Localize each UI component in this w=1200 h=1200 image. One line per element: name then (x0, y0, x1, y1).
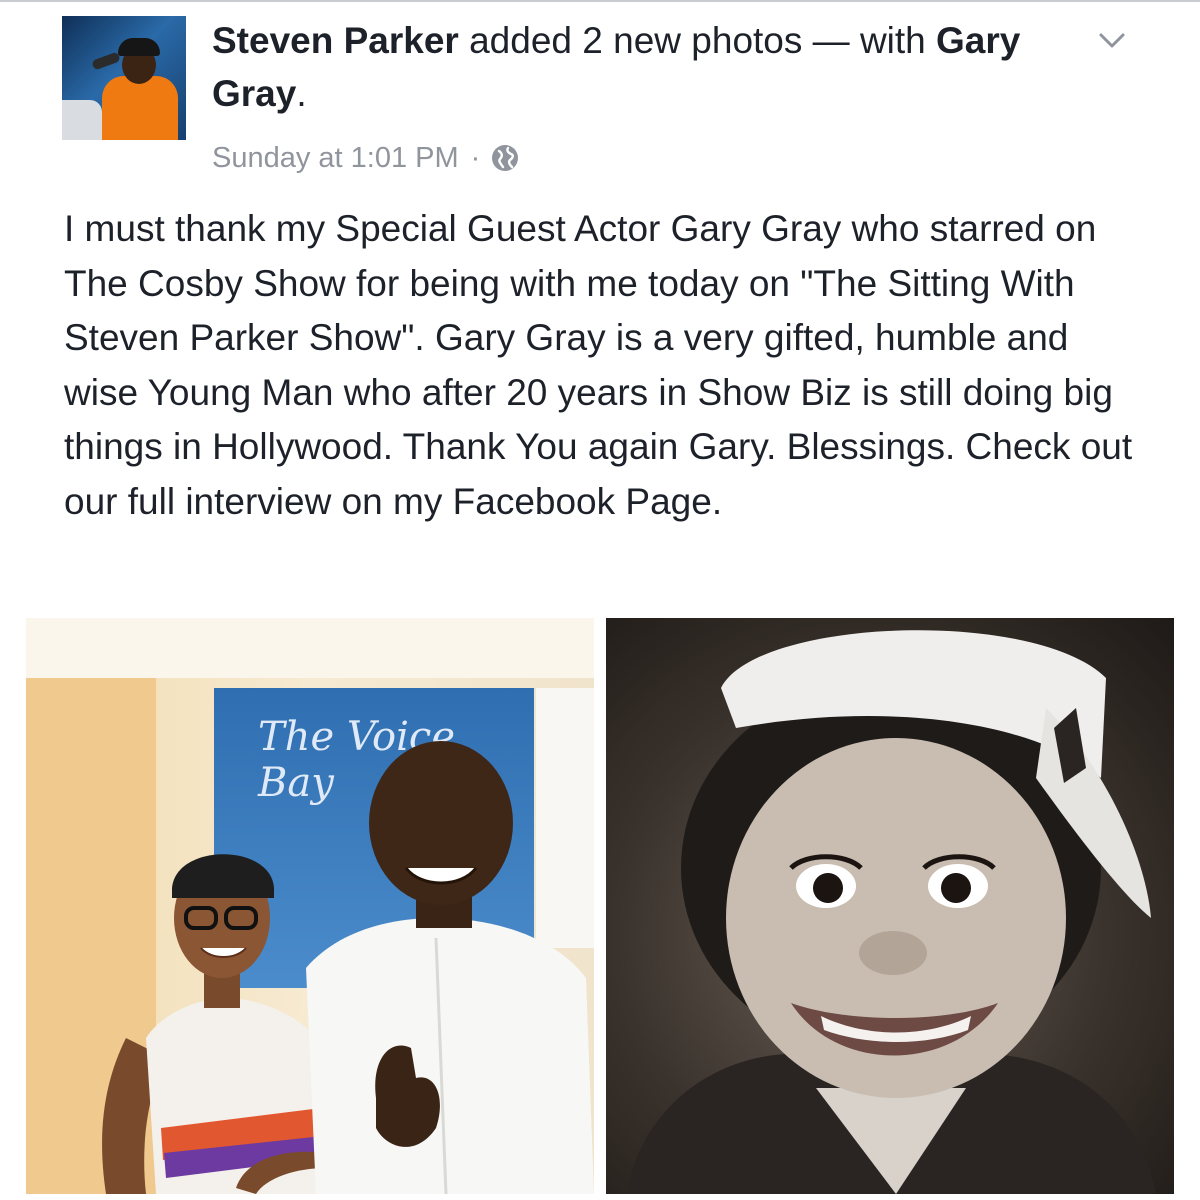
post-body-text: I must thank my Special Guest Actor Gary… (64, 208, 1133, 522)
post-photo-1[interactable]: The Voice Bay (26, 618, 594, 1194)
studio-sign (158, 30, 184, 52)
post-photo-2[interactable] (606, 618, 1174, 1194)
person-right-figure (306, 741, 594, 1194)
post-meta: Sunday at 1:01 PM · (212, 138, 520, 178)
child-portrait-figure (626, 630, 1156, 1194)
globe-icon[interactable] (490, 143, 520, 173)
meta-separator: · (470, 142, 481, 174)
post-timestamp[interactable]: Sunday at 1:01 PM (212, 138, 459, 178)
profile-avatar[interactable] (62, 16, 186, 140)
actor-name-link[interactable]: Steven Parker (212, 20, 459, 61)
action-text: added 2 new photos — with (458, 20, 937, 61)
chevron-down-icon[interactable] (1098, 26, 1126, 54)
top-divider (0, 0, 1200, 2)
tagged-suffix: . (296, 73, 307, 114)
post-headline: Steven Parker added 2 new photos — with … (212, 14, 1072, 120)
